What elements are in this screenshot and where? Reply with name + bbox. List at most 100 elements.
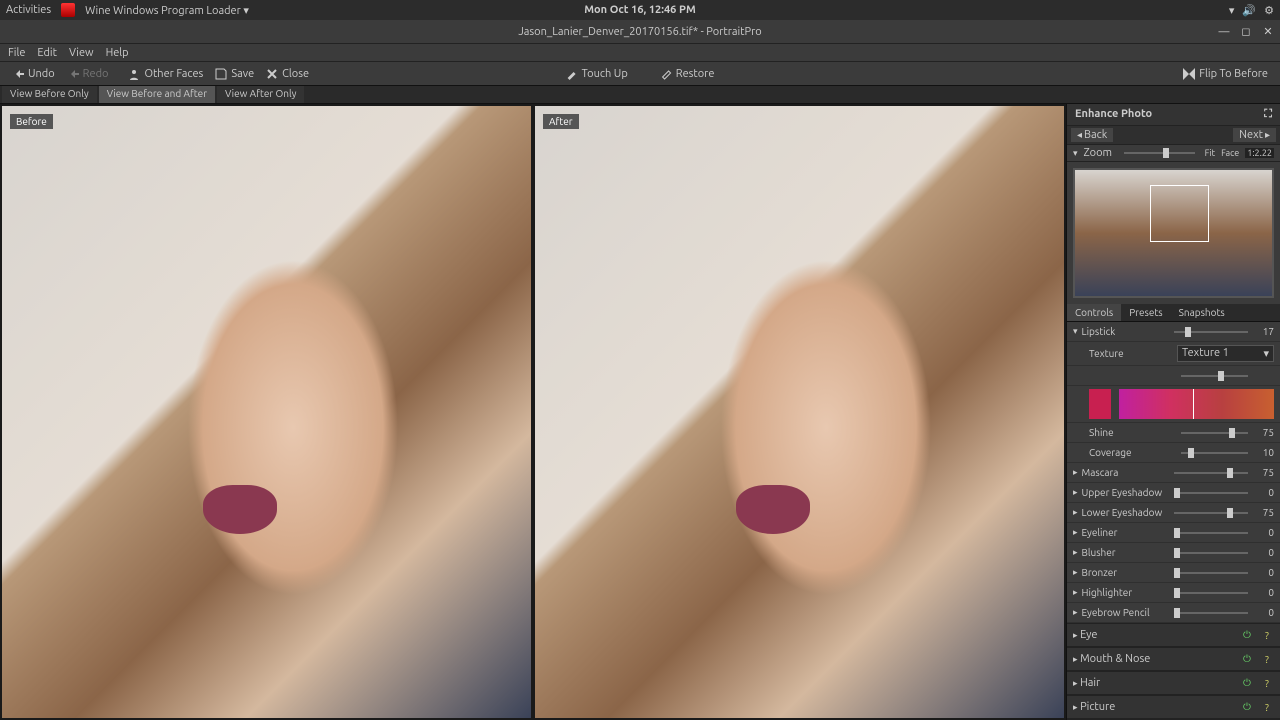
texture-dropdown[interactable]: Texture 1▾ xyxy=(1177,345,1274,362)
bronzer-label: Bronzer xyxy=(1082,567,1166,578)
before-pane[interactable]: Before xyxy=(2,106,531,718)
color-gradient[interactable] xyxy=(1119,389,1274,419)
chevron-right-icon[interactable]: ▸ xyxy=(1073,547,1078,558)
save-button[interactable]: Save xyxy=(209,66,260,82)
eyeliner-slider[interactable] xyxy=(1174,532,1248,534)
after-pane[interactable]: After xyxy=(535,106,1064,718)
blusher-value: 0 xyxy=(1256,547,1274,558)
tab-presets[interactable]: Presets xyxy=(1121,304,1170,321)
chevron-right-icon[interactable]: ▸ xyxy=(1073,507,1078,518)
before-label: Before xyxy=(10,114,53,129)
panel-header: Enhance Photo⛶ xyxy=(1067,104,1280,126)
next-button[interactable]: Next ▸ xyxy=(1233,128,1276,142)
tab-after-only[interactable]: View After Only xyxy=(217,86,304,103)
tab-controls[interactable]: Controls xyxy=(1067,304,1121,321)
lower-eyeshadow-slider[interactable] xyxy=(1174,512,1248,514)
mascara-slider[interactable] xyxy=(1174,472,1248,474)
lower-eyeshadow-label: Lower Eyeshadow xyxy=(1082,507,1166,518)
toolbar: Undo Redo Other Faces Save Close Touch U… xyxy=(0,62,1280,86)
eyebrow-value: 0 xyxy=(1256,607,1274,618)
help-icon[interactable]: ? xyxy=(1260,628,1274,642)
maximize-button[interactable]: ◻ xyxy=(1238,24,1254,40)
back-button[interactable]: ◂ Back xyxy=(1071,128,1113,142)
shine-value: 75 xyxy=(1256,427,1274,438)
zoom-slider[interactable] xyxy=(1124,152,1195,154)
fit-button[interactable]: Fit xyxy=(1205,148,1215,158)
close-window-button[interactable]: ✕ xyxy=(1260,24,1276,40)
view-tabs: View Before Only View Before and After V… xyxy=(0,86,1280,104)
power-icon[interactable]: ⏻ xyxy=(1240,676,1254,690)
color-swatch[interactable] xyxy=(1089,389,1111,419)
section-picture[interactable]: ▸ Picture⏻? xyxy=(1067,695,1280,719)
navigator-thumbnail[interactable] xyxy=(1073,168,1274,298)
hue-slider[interactable] xyxy=(1181,375,1248,377)
chevron-right-icon[interactable]: ▸ xyxy=(1073,487,1078,498)
sound-icon[interactable]: 🔊 xyxy=(1242,4,1256,17)
restore-icon xyxy=(660,68,672,80)
highlighter-slider[interactable] xyxy=(1174,592,1248,594)
other-faces-button[interactable]: Other Faces xyxy=(122,66,209,82)
chevron-right-icon[interactable]: ▸ xyxy=(1073,567,1078,578)
app-menu[interactable]: Wine Windows Program Loader ▾ xyxy=(85,4,249,17)
settings-icon[interactable]: ⚙ xyxy=(1264,4,1274,17)
network-icon[interactable]: ▾ xyxy=(1229,4,1235,17)
chevron-down-icon[interactable]: ▾ xyxy=(1073,148,1078,159)
redo-icon xyxy=(67,68,79,80)
eyebrow-slider[interactable] xyxy=(1174,612,1248,614)
menu-view[interactable]: View xyxy=(69,47,94,59)
power-icon[interactable]: ⏻ xyxy=(1240,652,1254,666)
brush-icon xyxy=(566,68,578,80)
help-icon[interactable]: ? xyxy=(1260,700,1274,714)
section-mouth[interactable]: ▸ Mouth & Nose⏻? xyxy=(1067,647,1280,671)
upper-eyeshadow-label: Upper Eyeshadow xyxy=(1082,487,1166,498)
chevron-right-icon[interactable]: ▸ xyxy=(1073,527,1078,538)
after-label: After xyxy=(543,114,579,129)
viewport-rect[interactable] xyxy=(1150,185,1209,242)
chevron-right-icon[interactable]: ▸ xyxy=(1073,607,1078,618)
zoom-label: Zoom xyxy=(1084,147,1114,159)
blusher-slider[interactable] xyxy=(1174,552,1248,554)
help-icon[interactable]: ? xyxy=(1260,652,1274,666)
eyeliner-value: 0 xyxy=(1256,527,1274,538)
chevron-right-icon[interactable]: ▸ xyxy=(1073,587,1078,598)
minimize-button[interactable]: — xyxy=(1216,24,1232,40)
upper-eyeshadow-value: 0 xyxy=(1256,487,1274,498)
after-image xyxy=(535,106,1064,718)
help-icon[interactable]: ? xyxy=(1260,676,1274,690)
person-icon xyxy=(128,68,140,80)
tab-snapshots[interactable]: Snapshots xyxy=(1171,304,1233,321)
touchup-button[interactable]: Touch Up xyxy=(560,66,634,82)
clock: Mon Oct 16, 12:46 PM xyxy=(584,4,695,16)
chevron-right-icon[interactable]: ▸ xyxy=(1073,467,1078,478)
undo-button[interactable]: Undo xyxy=(6,66,61,82)
shine-slider[interactable] xyxy=(1181,432,1248,434)
chevron-down-icon[interactable]: ▾ xyxy=(1073,326,1078,337)
expand-icon[interactable]: ⛶ xyxy=(1264,108,1272,121)
bronzer-slider[interactable] xyxy=(1174,572,1248,574)
mascara-label: Mascara xyxy=(1082,467,1166,478)
power-icon[interactable]: ⏻ xyxy=(1240,628,1254,642)
upper-eyeshadow-slider[interactable] xyxy=(1174,492,1248,494)
menu-file[interactable]: File xyxy=(8,47,25,59)
close-button[interactable]: Close xyxy=(260,66,315,82)
coverage-slider[interactable] xyxy=(1181,452,1248,454)
menu-help[interactable]: Help xyxy=(106,47,129,59)
bronzer-value: 0 xyxy=(1256,567,1274,578)
canvas-area: Before After xyxy=(0,104,1066,720)
eyebrow-label: Eyebrow Pencil xyxy=(1082,607,1166,618)
lipstick-value: 17 xyxy=(1256,326,1274,337)
power-icon[interactable]: ⏻ xyxy=(1240,700,1254,714)
tab-before-only[interactable]: View Before Only xyxy=(2,86,97,103)
flip-button[interactable]: Flip To Before xyxy=(1177,66,1274,82)
zoom-value: 1:2.22 xyxy=(1245,148,1274,158)
face-button[interactable]: Face xyxy=(1221,148,1239,158)
section-hair[interactable]: ▸ Hair⏻? xyxy=(1067,671,1280,695)
lipstick-slider[interactable] xyxy=(1174,331,1248,333)
restore-button[interactable]: Restore xyxy=(654,66,721,82)
menu-edit[interactable]: Edit xyxy=(37,47,57,59)
section-eye[interactable]: ▸ Eye⏻? xyxy=(1067,623,1280,647)
redo-button[interactable]: Redo xyxy=(61,66,115,82)
lipstick-label: Lipstick xyxy=(1082,326,1166,337)
tab-before-after[interactable]: View Before and After xyxy=(99,86,215,103)
activities-button[interactable]: Activities xyxy=(6,4,51,16)
